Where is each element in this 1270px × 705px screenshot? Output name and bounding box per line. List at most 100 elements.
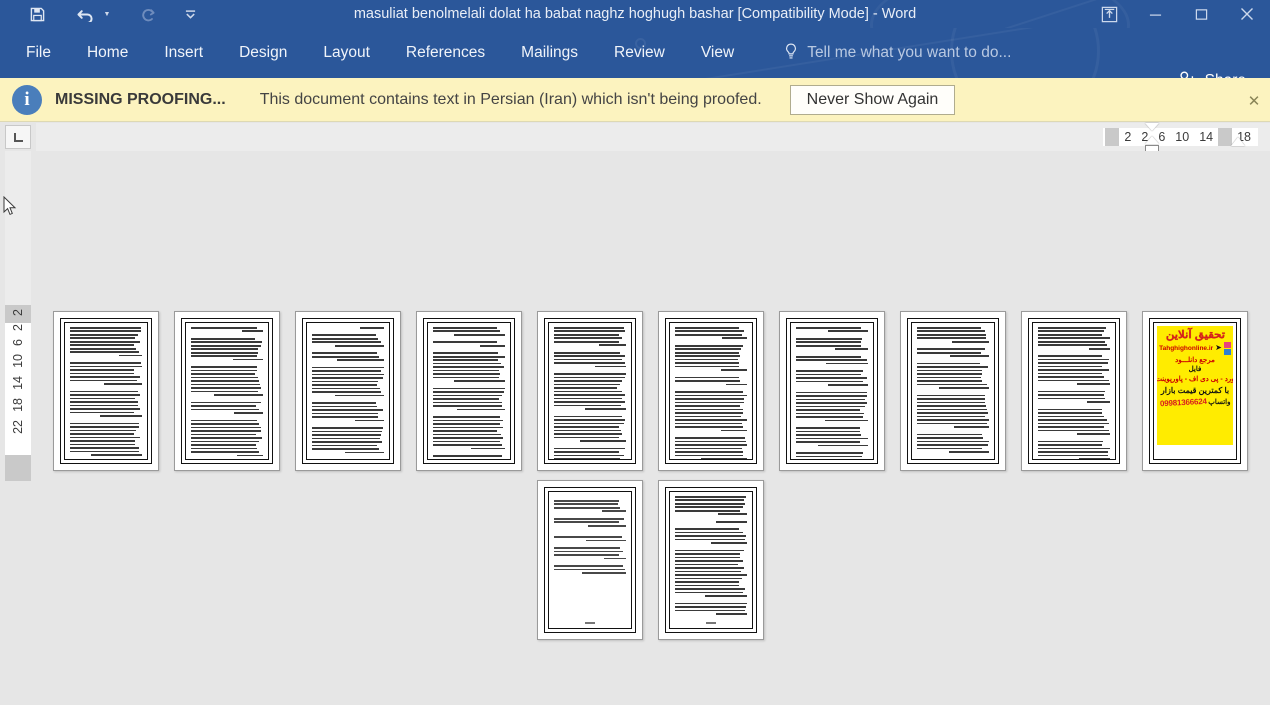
ribbon-display-options-icon[interactable] bbox=[1086, 0, 1132, 28]
text-paragraph bbox=[675, 549, 747, 599]
text-line bbox=[675, 376, 740, 379]
minimize-button[interactable] bbox=[1132, 0, 1178, 28]
text-line bbox=[554, 401, 626, 403]
text-line bbox=[675, 567, 745, 569]
text-paragraph bbox=[433, 455, 505, 459]
text-line bbox=[191, 348, 259, 351]
text-line bbox=[917, 422, 988, 425]
advertisement-phone: 09981366624 bbox=[1159, 396, 1207, 408]
text-line bbox=[675, 358, 739, 361]
text-line bbox=[554, 387, 618, 389]
text-line bbox=[675, 581, 739, 583]
text-paragraph bbox=[554, 500, 626, 514]
text-line bbox=[796, 341, 861, 344]
maximize-button[interactable] bbox=[1178, 0, 1224, 28]
text-line bbox=[917, 412, 988, 414]
vruler-tick-6: 22 bbox=[11, 419, 25, 434]
text-paragraph bbox=[191, 337, 263, 362]
never-show-again-button[interactable]: Never Show Again bbox=[789, 84, 956, 115]
left-tab-stop-icon bbox=[13, 132, 23, 142]
text-line bbox=[718, 513, 747, 516]
close-button[interactable] bbox=[1224, 0, 1270, 28]
page-border-frame bbox=[423, 318, 515, 464]
tab-home[interactable]: Home bbox=[87, 28, 128, 78]
document-canvas[interactable]: تحقیق آنلاین Tahghighonline.ir ➤ مرجع دانلـ… bbox=[36, 151, 1270, 705]
save-icon[interactable] bbox=[22, 2, 52, 26]
text-line bbox=[312, 377, 383, 379]
advertisement-page-thumbnail[interactable]: تحقیق آنلاین Tahghighonline.ir ➤ مرجع دانلـ… bbox=[1142, 311, 1248, 471]
text-line bbox=[70, 436, 141, 439]
page-thumbnail[interactable] bbox=[658, 480, 764, 640]
text-line bbox=[312, 352, 378, 355]
text-line bbox=[675, 553, 740, 555]
text-line bbox=[70, 351, 140, 353]
share-button[interactable]: Share bbox=[1165, 56, 1262, 78]
text-line bbox=[191, 405, 257, 407]
text-line bbox=[1038, 369, 1110, 371]
text-line bbox=[433, 426, 503, 429]
page-thumbnail[interactable] bbox=[53, 311, 159, 471]
text-line bbox=[675, 437, 745, 439]
text-line bbox=[675, 528, 739, 530]
page-thumbnail[interactable] bbox=[537, 480, 643, 640]
customize-qat-icon[interactable] bbox=[180, 2, 200, 26]
page-thumbnail[interactable] bbox=[900, 311, 1006, 471]
page-thumbnail[interactable] bbox=[658, 311, 764, 471]
text-line bbox=[675, 509, 740, 512]
notification-close-icon[interactable]: ✕ bbox=[1244, 91, 1264, 111]
page-thumbnail[interactable] bbox=[174, 311, 280, 471]
page-row-2 bbox=[537, 480, 764, 640]
page-thumbnail[interactable] bbox=[416, 311, 522, 471]
tab-design[interactable]: Design bbox=[239, 28, 287, 78]
first-line-indent-marker[interactable] bbox=[1145, 123, 1159, 131]
tell-me-search[interactable]: Tell me what you want to do... bbox=[784, 43, 1011, 64]
tab-view[interactable]: View bbox=[701, 28, 734, 78]
text-paragraph bbox=[191, 419, 263, 458]
text-line bbox=[825, 362, 868, 365]
page-border-frame: تحقیق آنلاین Tahghighonline.ir ➤ مرجع دانلـ… bbox=[1149, 318, 1241, 464]
tab-layout[interactable]: Layout bbox=[323, 28, 370, 78]
page-thumbnail[interactable] bbox=[1021, 311, 1127, 471]
text-line bbox=[554, 397, 623, 400]
text-line bbox=[312, 341, 381, 344]
text-line bbox=[191, 355, 257, 357]
text-line bbox=[675, 412, 743, 414]
text-paragraph bbox=[191, 401, 263, 416]
tab-stop-selector[interactable] bbox=[5, 125, 31, 149]
text-line bbox=[704, 595, 747, 597]
page-thumbnail[interactable] bbox=[779, 311, 885, 471]
tab-insert[interactable]: Insert bbox=[164, 28, 203, 78]
horizontal-ruler[interactable]: 2 2 6 10 14 18 bbox=[36, 123, 1270, 151]
text-line bbox=[312, 459, 380, 460]
text-line bbox=[796, 391, 867, 394]
text-paragraph bbox=[675, 327, 747, 341]
page-thumbnail[interactable] bbox=[295, 311, 401, 471]
text-line bbox=[312, 380, 379, 383]
text-line bbox=[675, 549, 744, 552]
hruler-tick-0: 2 bbox=[1124, 130, 1132, 144]
text-line bbox=[191, 437, 263, 439]
tab-mailings[interactable]: Mailings bbox=[521, 28, 578, 78]
text-line bbox=[917, 383, 988, 386]
undo-dropdown-icon[interactable]: ▼ bbox=[100, 2, 114, 26]
text-line bbox=[1038, 365, 1103, 368]
tab-references[interactable]: References bbox=[406, 28, 485, 78]
text-line bbox=[796, 452, 864, 454]
text-paragraph bbox=[675, 602, 747, 617]
text-line bbox=[312, 334, 377, 337]
undo-icon[interactable] bbox=[70, 2, 100, 26]
text-line bbox=[1038, 419, 1107, 421]
text-line bbox=[917, 408, 987, 411]
hanging-indent-marker[interactable] bbox=[1145, 136, 1159, 144]
text-line bbox=[191, 401, 262, 404]
page-thumbnail[interactable] bbox=[537, 311, 643, 471]
text-paragraph bbox=[917, 458, 989, 459]
tab-review[interactable]: Review bbox=[614, 28, 665, 78]
text-line bbox=[554, 358, 622, 361]
page-text-area bbox=[306, 322, 390, 460]
text-paragraph bbox=[917, 362, 989, 391]
advertisement-line: مرجع دانلـــود bbox=[1175, 356, 1215, 364]
right-indent-marker[interactable] bbox=[1231, 137, 1245, 146]
text-line bbox=[70, 443, 136, 446]
tab-file[interactable]: File bbox=[26, 28, 51, 78]
